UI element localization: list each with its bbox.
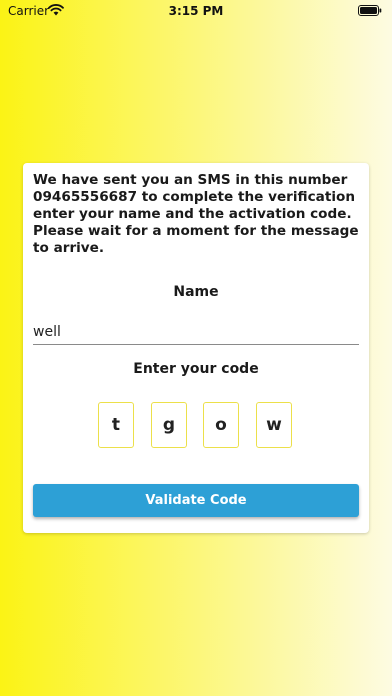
verification-card: We have sent you an SMS in this number 0…: [23, 163, 369, 533]
code-digit-1-input[interactable]: t: [98, 402, 134, 448]
status-time: 3:15 PM: [168, 4, 224, 18]
code-digit-2-input[interactable]: g: [151, 402, 187, 448]
status-bar: Carrier 3:15 PM: [0, 0, 392, 22]
verification-message: We have sent you an SMS in this number 0…: [33, 172, 359, 256]
code-digit-3-input[interactable]: o: [203, 402, 239, 448]
name-input[interactable]: [33, 320, 359, 345]
code-label: Enter your code: [133, 361, 259, 377]
battery-icon: [358, 5, 382, 16]
validate-code-button[interactable]: Validate Code: [33, 484, 359, 517]
code-digit-4-input[interactable]: w: [256, 402, 292, 448]
name-label: Name: [173, 284, 219, 300]
